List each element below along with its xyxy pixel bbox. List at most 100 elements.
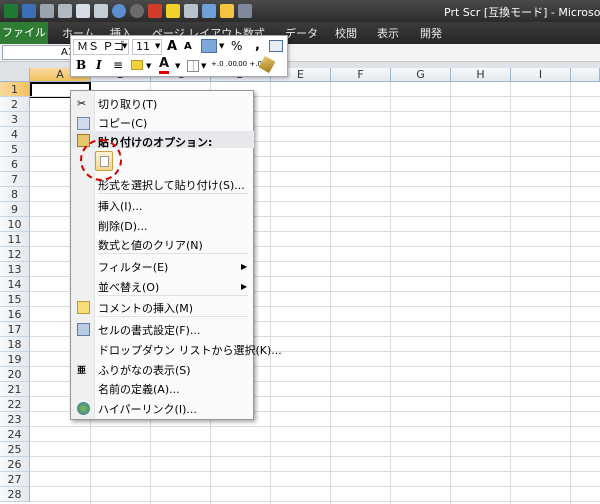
- row-header[interactable]: 14: [0, 277, 30, 292]
- row-header[interactable]: 6: [0, 157, 30, 172]
- print-icon[interactable]: [40, 4, 54, 18]
- row-header[interactable]: 26: [0, 457, 30, 472]
- fill-color-icon[interactable]: [131, 60, 143, 70]
- row-header[interactable]: 25: [0, 442, 30, 457]
- font-color-icon[interactable]: [148, 4, 162, 18]
- row-header[interactable]: 7: [0, 172, 30, 187]
- format-painter-icon[interactable]: [258, 55, 276, 74]
- menu-item-furigana[interactable]: ふりがなの表示(S): [98, 362, 191, 378]
- format-painter-grid-icon[interactable]: [269, 40, 283, 52]
- row-header[interactable]: 11: [0, 232, 30, 247]
- row-header[interactable]: 15: [0, 292, 30, 307]
- accounting-format-icon[interactable]: [201, 39, 217, 53]
- menu-item-delete[interactable]: 削除(D)...: [98, 218, 148, 234]
- row-header[interactable]: 13: [0, 262, 30, 277]
- row-header[interactable]: 3: [0, 112, 30, 127]
- row-header[interactable]: 21: [0, 382, 30, 397]
- customize-qat-icon[interactable]: [238, 4, 252, 18]
- border-icon[interactable]: [187, 60, 199, 72]
- gridline: [30, 441, 600, 442]
- furigana-icon: 亜: [77, 366, 87, 376]
- menu-item-cut[interactable]: 切り取り(T): [98, 96, 157, 112]
- excel-icon[interactable]: [4, 4, 18, 18]
- row-header[interactable]: 16: [0, 307, 30, 322]
- row-header[interactable]: 18: [0, 337, 30, 352]
- menu-item-filter[interactable]: フィルター(E): [98, 259, 168, 275]
- submenu-arrow-icon: ▶: [241, 262, 248, 271]
- row-header[interactable]: 24: [0, 427, 30, 442]
- select-all-corner[interactable]: [0, 68, 30, 82]
- row-header[interactable]: 2: [0, 97, 30, 112]
- align-center-icon[interactable]: ≡: [113, 58, 123, 72]
- menu-item-sort[interactable]: 並べ替え(O): [98, 279, 159, 295]
- undo-icon[interactable]: [112, 4, 126, 18]
- row-header[interactable]: 8: [0, 187, 30, 202]
- comment-icon: [77, 301, 90, 314]
- chevron-down-icon[interactable]: ▼: [201, 62, 206, 70]
- grow-font-button[interactable]: A: [167, 39, 177, 54]
- row-header[interactable]: 20: [0, 367, 30, 382]
- column-header-j[interactable]: [571, 68, 600, 82]
- gridline: [30, 471, 600, 472]
- submenu-arrow-icon: ▶: [241, 282, 248, 291]
- gridline: [30, 501, 600, 502]
- shrink-font-button[interactable]: A: [184, 41, 192, 52]
- row-header[interactable]: 12: [0, 247, 30, 262]
- print-preview-icon[interactable]: [58, 4, 72, 18]
- chevron-down-icon[interactable]: ▼: [155, 42, 160, 50]
- tab-data[interactable]: データ: [285, 25, 318, 41]
- menu-item-format-cells[interactable]: セルの書式設定(F)...: [98, 322, 200, 338]
- tab-review[interactable]: 校閲: [335, 25, 357, 41]
- chevron-down-icon[interactable]: ▼: [175, 62, 180, 70]
- row-header[interactable]: 27: [0, 472, 30, 487]
- layout-icon[interactable]: [220, 4, 234, 18]
- copy-icon[interactable]: [94, 4, 108, 18]
- scissors-icon: ✂: [77, 97, 87, 110]
- column-header-i[interactable]: I: [511, 68, 571, 82]
- row-header[interactable]: 4: [0, 127, 30, 142]
- bold-button[interactable]: B: [76, 58, 86, 72]
- chevron-down-icon[interactable]: ▼: [146, 62, 151, 70]
- row-header[interactable]: 28: [0, 487, 30, 502]
- new-icon[interactable]: [76, 4, 90, 18]
- tab-developer[interactable]: 開発: [420, 25, 442, 41]
- menu-item-insert[interactable]: 挿入(I)...: [98, 198, 142, 214]
- row-header[interactable]: 17: [0, 322, 30, 337]
- fill-color-icon[interactable]: [166, 4, 180, 18]
- row-header[interactable]: 5: [0, 142, 30, 157]
- row-header[interactable]: 9: [0, 202, 30, 217]
- increase-decimal-button[interactable]: +.0 .00: [211, 60, 237, 68]
- comma-button[interactable]: ,: [255, 38, 260, 53]
- row-header[interactable]: 1: [0, 82, 30, 97]
- font-color-button[interactable]: A: [159, 57, 170, 74]
- chevron-down-icon[interactable]: ▼: [122, 42, 127, 50]
- column-header-g[interactable]: G: [391, 68, 451, 82]
- redo-icon[interactable]: [130, 4, 144, 18]
- menu-item-copy[interactable]: コピー(C): [98, 115, 147, 131]
- menu-item-paste-special[interactable]: 形式を選択して貼り付け(S)...: [98, 177, 245, 193]
- column-header-f[interactable]: F: [331, 68, 391, 82]
- italic-button[interactable]: I: [96, 58, 102, 72]
- menu-item-insert-comment[interactable]: コメントの挿入(M): [98, 300, 193, 316]
- chart-icon[interactable]: [202, 4, 216, 18]
- row-header[interactable]: 23: [0, 412, 30, 427]
- gridline: [30, 486, 600, 487]
- percent-button[interactable]: %: [231, 39, 242, 53]
- column-header-h[interactable]: H: [451, 68, 511, 82]
- menu-item-dropdown-list[interactable]: ドロップダウン リストから選択(K)...: [98, 342, 282, 358]
- menu-item-define-name[interactable]: 名前の定義(A)...: [98, 381, 180, 397]
- align-icon[interactable]: [184, 4, 198, 18]
- chevron-down-icon[interactable]: ▼: [219, 42, 224, 50]
- menu-item-hyperlink[interactable]: ハイパーリンク(I)...: [98, 401, 197, 417]
- row-header[interactable]: 22: [0, 397, 30, 412]
- font-name-box[interactable]: ＭＳ Ｐゴ: [73, 39, 129, 55]
- menu-item-clear[interactable]: 数式と値のクリア(N): [98, 237, 203, 253]
- gridline: [30, 456, 600, 457]
- copy-icon: [77, 117, 90, 130]
- row-header[interactable]: 19: [0, 352, 30, 367]
- menu-separator: [98, 316, 248, 317]
- save-icon[interactable]: [22, 4, 36, 18]
- row-header[interactable]: 10: [0, 217, 30, 232]
- tab-file[interactable]: ファイル: [0, 22, 48, 44]
- tab-view[interactable]: 表示: [377, 25, 399, 41]
